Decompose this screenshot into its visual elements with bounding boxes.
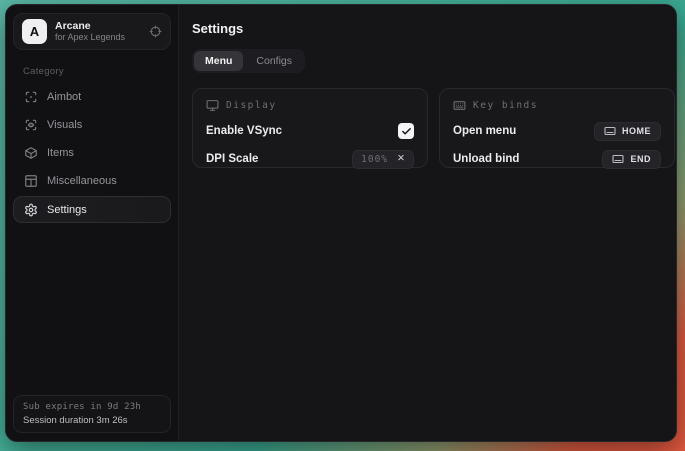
app-title: Arcane [55, 20, 141, 32]
card-title: Key binds [473, 100, 538, 111]
setting-label: Enable VSync [206, 125, 282, 137]
sidebar-item-label: Settings [47, 204, 87, 216]
check-icon [401, 126, 412, 137]
sidebar-item-settings[interactable]: Settings [13, 196, 171, 223]
vsync-checkbox[interactable] [398, 123, 414, 139]
keyboard-icon [604, 125, 616, 137]
setting-label: DPI Scale [206, 153, 258, 165]
keybind-value: END [630, 154, 651, 164]
setting-row-unload-bind: Unload bind END [453, 150, 661, 168]
setting-row-open-menu: Open menu HOME [453, 122, 661, 140]
app-window: A Arcane for Apex Legends Category [5, 4, 677, 442]
package-icon [24, 146, 38, 160]
tab-configs[interactable]: Configs [245, 51, 303, 71]
sidebar-item-items[interactable]: Items [13, 139, 171, 167]
crosshair-icon[interactable] [149, 25, 162, 38]
keyboard-icon [612, 153, 624, 165]
category-label: Category [23, 66, 171, 77]
clear-icon[interactable]: ✕ [397, 154, 405, 164]
app-logo: A [22, 19, 47, 44]
keybind-value: HOME [622, 126, 651, 136]
keybinds-card: Key binds Open menu HOME Unload bin [439, 88, 675, 168]
display-card: Display Enable VSync DPI Scale 100% ✕ [192, 88, 428, 168]
sidebar-item-aimbot[interactable]: Aimbot [13, 83, 171, 111]
settings-cards: Display Enable VSync DPI Scale 100% ✕ [192, 88, 675, 168]
sidebar-item-label: Visuals [47, 119, 82, 131]
dpi-scale-input[interactable]: 100% ✕ [352, 150, 414, 169]
main-content: Settings Menu Configs Display Enable VSy… [179, 5, 677, 441]
card-title: Display [226, 100, 277, 111]
sidebar-item-visuals[interactable]: Visuals [13, 111, 171, 139]
setting-label: Open menu [453, 125, 516, 137]
open-menu-keybind[interactable]: HOME [594, 122, 661, 141]
crosshair-focus-icon [24, 90, 38, 104]
sidebar-item-label: Aimbot [47, 91, 81, 103]
layout-panels-icon [24, 174, 38, 188]
sidebar-item-miscellaneous[interactable]: Miscellaneous [13, 167, 171, 195]
setting-row-dpi-scale: DPI Scale 100% ✕ [206, 150, 414, 168]
scan-eye-icon [24, 118, 38, 132]
session-duration-text: Session duration 3m 26s [23, 415, 161, 426]
sidebar-nav: Aimbot Visuals Items [13, 83, 171, 223]
sub-expires-text: Sub expires in 9d 23h [23, 402, 161, 412]
unload-keybind[interactable]: END [602, 150, 661, 169]
sidebar-item-label: Miscellaneous [47, 175, 117, 187]
app-subtitle: for Apex Legends [55, 32, 141, 42]
setting-row-enable-vsync: Enable VSync [206, 122, 414, 140]
setting-label: Unload bind [453, 153, 519, 165]
tab-group: Menu Configs [192, 49, 305, 73]
subscription-status-card: Sub expires in 9d 23h Session duration 3… [13, 395, 171, 433]
page-title: Settings [192, 21, 675, 36]
sidebar: A Arcane for Apex Legends Category [6, 5, 179, 441]
gear-icon [24, 203, 38, 217]
sidebar-item-label: Items [47, 147, 74, 159]
keyboard-icon [453, 99, 466, 112]
monitor-icon [206, 99, 219, 112]
tab-menu[interactable]: Menu [194, 51, 243, 71]
dpi-scale-value: 100% [361, 154, 388, 165]
app-logo-card[interactable]: A Arcane for Apex Legends [13, 13, 171, 50]
